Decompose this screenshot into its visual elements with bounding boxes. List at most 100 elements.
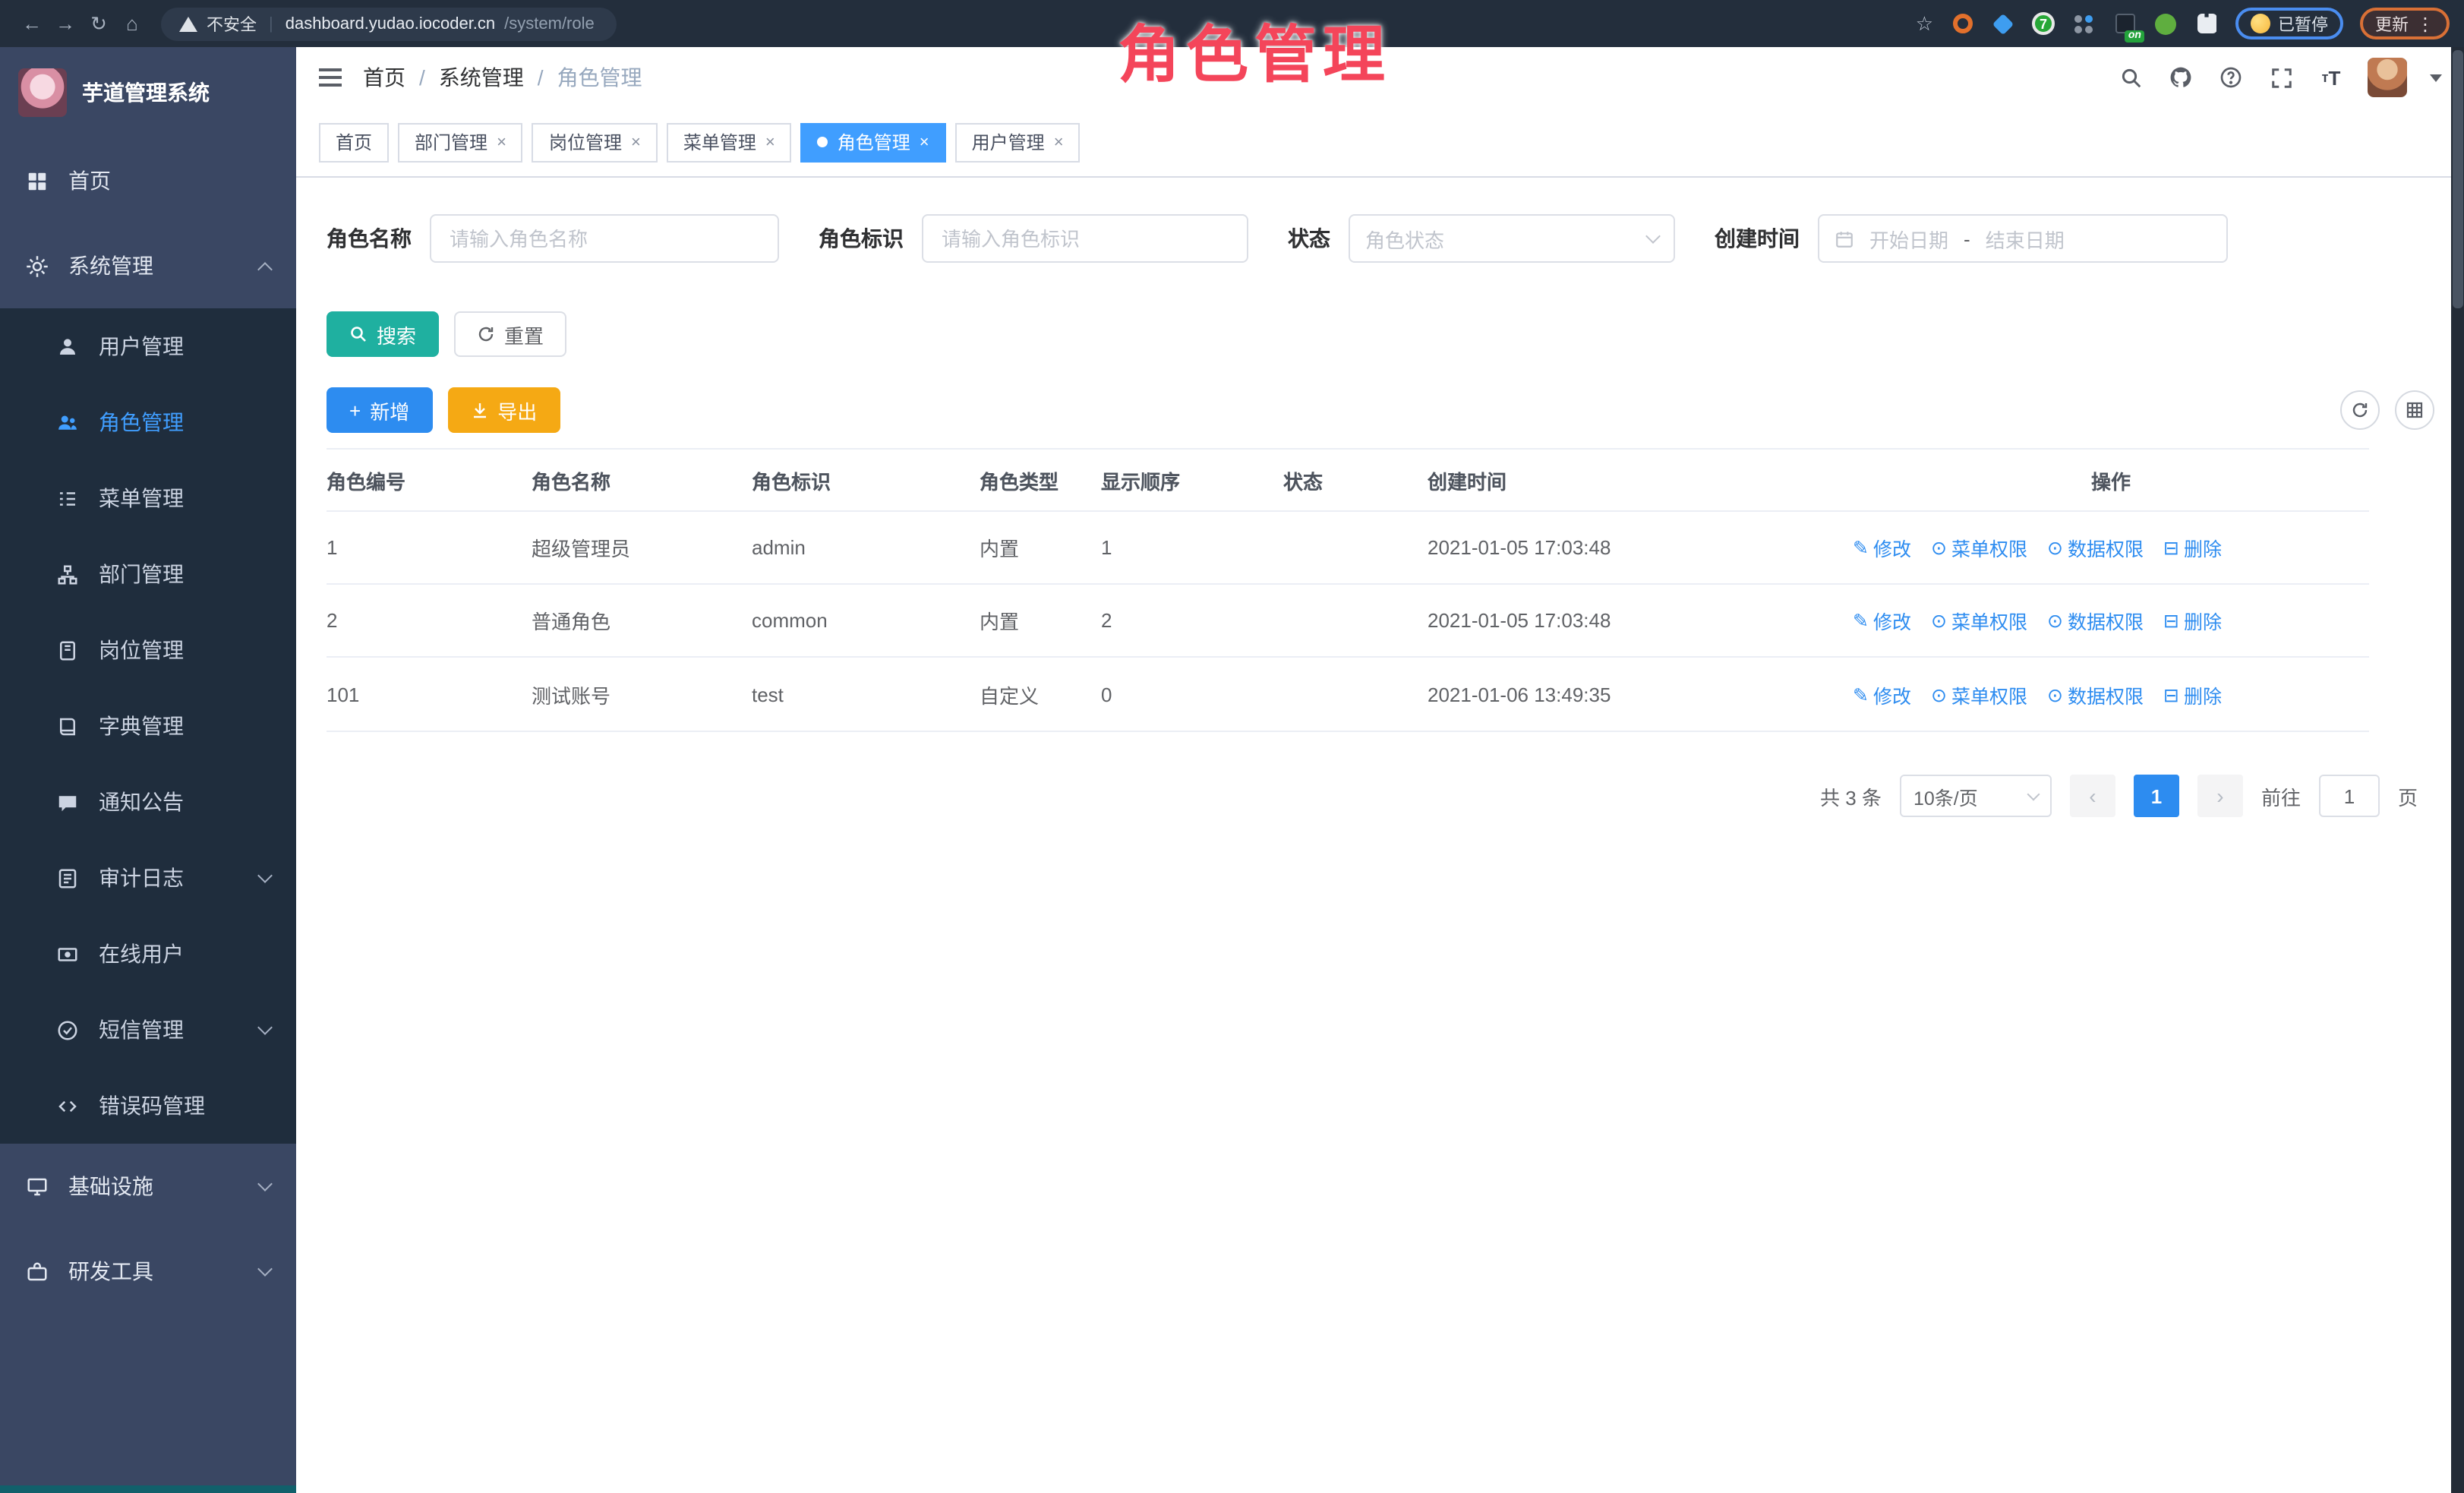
- avatar[interactable]: [2368, 58, 2407, 97]
- extension-icon-monkey[interactable]: [2153, 11, 2178, 36]
- cell-role-code: admin: [752, 536, 980, 559]
- export-button[interactable]: 导出: [447, 387, 560, 433]
- security-warning-label[interactable]: 不安全: [207, 11, 257, 36]
- page-scrollbar[interactable]: [2451, 47, 2464, 1493]
- edit-icon: ✎: [1853, 683, 1869, 705]
- app-logo-row[interactable]: 芋道管理系统: [0, 47, 296, 138]
- cell-role-id: 101: [327, 683, 532, 705]
- chevron-down-icon: [257, 1176, 273, 1192]
- menu-tree-icon: [56, 487, 79, 510]
- tab-departments[interactable]: 部门管理×: [398, 122, 523, 162]
- sidebar-item-users[interactable]: 用户管理: [0, 308, 296, 384]
- close-icon[interactable]: ×: [920, 133, 929, 151]
- fullscreen-icon[interactable]: [2267, 64, 2295, 91]
- edit-link[interactable]: ✎修改: [1853, 533, 1911, 562]
- font-size-icon[interactable]: тT: [2317, 64, 2345, 91]
- sidebar-item-roles[interactable]: 角色管理: [0, 384, 296, 460]
- add-button[interactable]: + 新增: [327, 387, 432, 433]
- breadcrumb-home[interactable]: 首页: [363, 62, 405, 93]
- address-bar[interactable]: 不安全 | dashboard.yudao.iocoder.cn/system/…: [161, 7, 617, 40]
- sidebar-item-notices[interactable]: 通知公告: [0, 764, 296, 840]
- extension-icon-puzzle[interactable]: [2194, 11, 2219, 36]
- cell-role-type: 内置: [980, 606, 1101, 635]
- tab-home[interactable]: 首页: [319, 122, 389, 162]
- role-code-input[interactable]: [922, 214, 1248, 263]
- col-sort: 显示顺序: [1101, 466, 1283, 494]
- extension-icon-on-badge[interactable]: on: [2112, 11, 2137, 36]
- github-icon[interactable]: [2167, 64, 2194, 91]
- data-permission-link[interactable]: ⊙数据权限: [2047, 606, 2144, 635]
- goto-page-input[interactable]: [2319, 775, 2380, 817]
- cell-role-id: 1: [327, 536, 532, 559]
- close-icon[interactable]: ×: [1054, 133, 1064, 151]
- sidebar-item-home[interactable]: 首页: [0, 138, 296, 223]
- edit-icon: ✎: [1853, 536, 1869, 559]
- refresh-table-button[interactable]: [2340, 390, 2380, 430]
- bookmark-star-icon[interactable]: ☆: [1916, 11, 1933, 36]
- screen: ← → ↻ ⌂ 不安全 | dashboard.yudao.iocoder.cn…: [0, 0, 2464, 1493]
- caret-down-icon[interactable]: [2430, 74, 2442, 81]
- sidebar-item-online-users[interactable]: 在线用户: [0, 916, 296, 992]
- browser-menu-icon[interactable]: ⋮: [2416, 13, 2434, 34]
- tab-menus[interactable]: 菜单管理×: [667, 122, 792, 162]
- sidebar-item-posts[interactable]: 岗位管理: [0, 612, 296, 688]
- hamburger-icon[interactable]: [319, 68, 342, 87]
- browser-forward-icon[interactable]: →: [49, 7, 82, 40]
- edit-link[interactable]: ✎修改: [1853, 680, 1911, 709]
- breadcrumb-current: 角色管理: [557, 62, 642, 93]
- close-icon[interactable]: ×: [497, 133, 506, 151]
- extension-icon-orange[interactable]: [1950, 11, 1974, 36]
- browser-update-button[interactable]: 更新 ⋮: [2360, 8, 2450, 39]
- scrollbar-thumb[interactable]: [2453, 50, 2463, 308]
- browser-back-icon[interactable]: ←: [15, 7, 49, 40]
- profile-paused-button[interactable]: 已暂停: [2235, 8, 2343, 39]
- active-dot-icon: [818, 137, 828, 147]
- browser-home-icon[interactable]: ⌂: [115, 7, 149, 40]
- data-permission-link[interactable]: ⊙数据权限: [2047, 680, 2144, 709]
- sidebar-item-dev-tools[interactable]: 研发工具: [0, 1229, 296, 1314]
- extension-icon-seven[interactable]: 7: [2032, 12, 2055, 35]
- sidebar-item-departments[interactable]: 部门管理: [0, 536, 296, 612]
- sidebar-item-error-codes[interactable]: 错误码管理: [0, 1068, 296, 1144]
- tab-roles[interactable]: 角色管理×: [801, 122, 946, 162]
- sidebar-item-infrastructure[interactable]: 基础设施: [0, 1144, 296, 1229]
- menu-permission-link[interactable]: ⊙菜单权限: [1931, 680, 2027, 709]
- search-icon[interactable]: [2117, 64, 2144, 91]
- create-time-range-picker[interactable]: 开始日期 - 结束日期: [1818, 214, 2228, 263]
- menu-permission-link[interactable]: ⊙菜单权限: [1931, 606, 2027, 635]
- sidebar-item-menus[interactable]: 菜单管理: [0, 460, 296, 536]
- role-name-input[interactable]: [430, 214, 779, 263]
- data-permission-link[interactable]: ⊙数据权限: [2047, 533, 2144, 562]
- delete-link[interactable]: ⊟删除: [2163, 680, 2222, 709]
- tab-users[interactable]: 用户管理×: [955, 122, 1081, 162]
- trash-icon: ⊟: [2163, 683, 2179, 705]
- delete-link[interactable]: ⊟删除: [2163, 606, 2222, 635]
- extension-icon-dots[interactable]: [2071, 11, 2096, 36]
- sidebar-item-system[interactable]: 系统管理: [0, 223, 296, 308]
- status-select[interactable]: 角色状态: [1349, 214, 1675, 263]
- help-icon[interactable]: [2217, 64, 2245, 91]
- gear-icon: [26, 254, 49, 277]
- close-icon[interactable]: ×: [631, 133, 641, 151]
- page-number-button[interactable]: 1: [2134, 775, 2179, 817]
- sidebar-item-sms[interactable]: 短信管理: [0, 992, 296, 1068]
- page-size-select[interactable]: 10条/页: [1900, 775, 2052, 817]
- menu-permission-link[interactable]: ⊙菜单权限: [1931, 533, 2027, 562]
- extension-icon-gem[interactable]: [1991, 11, 2015, 36]
- breadcrumb-system[interactable]: 系统管理: [439, 62, 524, 93]
- browser-reload-icon[interactable]: ↻: [82, 7, 115, 40]
- reset-button[interactable]: 重置: [454, 311, 566, 357]
- column-settings-button[interactable]: [2395, 390, 2434, 430]
- sidebar-item-audit-log[interactable]: 审计日志: [0, 840, 296, 916]
- online-users-icon: [56, 942, 79, 965]
- tab-posts[interactable]: 岗位管理×: [532, 122, 658, 162]
- prev-page-button[interactable]: ‹: [2070, 775, 2115, 817]
- edit-link[interactable]: ✎修改: [1853, 606, 1911, 635]
- chevron-up-icon: [257, 261, 273, 276]
- close-icon[interactable]: ×: [765, 133, 775, 151]
- sidebar-item-dictionary[interactable]: 字典管理: [0, 688, 296, 764]
- next-page-button[interactable]: ›: [2197, 775, 2243, 817]
- search-button[interactable]: 搜索: [327, 311, 439, 357]
- download-icon: [470, 401, 488, 419]
- delete-link[interactable]: ⊟删除: [2163, 533, 2222, 562]
